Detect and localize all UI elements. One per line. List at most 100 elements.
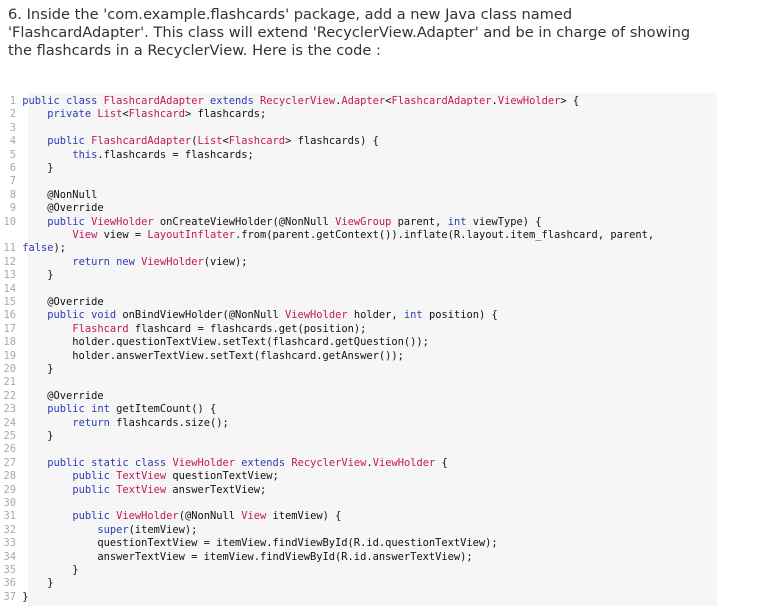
line-number: 27	[3, 456, 16, 469]
line-number: 13	[3, 269, 16, 282]
code-text: super(itemView);	[97, 523, 198, 536]
code-block: 1 public class FlashcardAdapter extends …	[0, 93, 717, 606]
code-line: 31 public ViewHolder(@NonNull View itemV…	[0, 510, 717, 523]
line-number: 24	[3, 416, 16, 429]
code-line: 21	[0, 376, 717, 389]
line-number: 9	[9, 202, 16, 215]
code-line: 9 @Override	[0, 202, 717, 215]
line-number: 5	[9, 148, 16, 161]
code-line: View view = LayoutInflater.from(parent.g…	[0, 229, 717, 242]
code-line: 5 this.flashcards = flashcards;	[0, 149, 717, 162]
code-text: Flashcard flashcard = flashcards.get(pos…	[72, 322, 367, 335]
code-line: 27 public static class ViewHolder extend…	[0, 457, 717, 470]
code-line: 12 return new ViewHolder(view);	[0, 256, 717, 269]
line-number: 33	[3, 537, 16, 550]
code-text: }	[16, 162, 54, 174]
code-line: 6 }	[0, 162, 717, 175]
line-number: 8	[9, 188, 16, 201]
line-number: 17	[3, 322, 16, 335]
code-line: 35 }	[0, 564, 717, 577]
code-line: 10 public ViewHolder onCreateViewHolder(…	[0, 216, 717, 229]
code-line: 1 public class FlashcardAdapter extends …	[0, 95, 717, 108]
line-number: 3	[9, 121, 16, 134]
code-line: 29 public TextView answerTextView;	[0, 484, 717, 497]
code-line: 18 holder.questionTextView.setText(flash…	[0, 336, 717, 349]
code-line: 8 @NonNull	[0, 189, 717, 202]
code-line: 23 public int getItemCount() {	[0, 403, 717, 416]
line-number: 23	[3, 403, 16, 416]
code-text: }	[16, 590, 29, 603]
line-number: 30	[3, 497, 16, 509]
code-line: 19 holder.answerTextView.setText(flashca…	[0, 350, 717, 363]
code-line: 25 }	[0, 430, 717, 443]
line-number: 6	[9, 162, 16, 174]
code-line: 14	[0, 283, 717, 296]
code-text: public FlashcardAdapter(List<Flashcard> …	[47, 135, 379, 148]
line-number: 28	[3, 470, 16, 483]
line-number: 11	[3, 242, 16, 255]
code-text: public class FlashcardAdapter extends Re…	[22, 95, 580, 107]
line-number: 29	[3, 483, 16, 496]
line-number: 21	[3, 376, 16, 389]
code-text: }	[16, 577, 54, 590]
code-text: public ViewHolder onCreateViewHolder(@No…	[47, 215, 542, 228]
code-line: 15 @Override	[0, 296, 717, 309]
code-line: 33 questionTextView = itemView.findViewB…	[0, 537, 717, 550]
code-line: 32 super(itemView);	[0, 524, 717, 537]
code-line: 36 }	[0, 577, 717, 590]
line-number: 16	[3, 309, 16, 322]
code-line: 30	[0, 497, 717, 510]
line-number: 37	[3, 590, 16, 603]
code-line: 24 return flashcards.size();	[0, 417, 717, 430]
code-text: false);	[22, 242, 67, 255]
code-text: @Override	[16, 296, 104, 308]
code-text: public void onBindViewHolder(@NonNull Vi…	[47, 309, 498, 322]
line-number: 36	[3, 577, 16, 590]
code-text: private List<Flashcard> flashcards;	[47, 108, 267, 121]
line-number: 12	[3, 255, 16, 268]
line-number: 34	[3, 550, 16, 563]
code-text: @NonNull	[16, 188, 98, 201]
line-number: 18	[3, 336, 16, 349]
line-number: 4	[9, 135, 16, 148]
line-number: 10	[3, 215, 16, 228]
code-line: 3	[0, 122, 717, 135]
code-text: public int getItemCount() {	[47, 403, 217, 416]
code-line: 2 private List<Flashcard> flashcards;	[0, 108, 717, 121]
line-number: 7	[9, 175, 16, 188]
code-line: 17 Flashcard flashcard = flashcards.get(…	[0, 323, 717, 336]
code-text: public TextView answerTextView;	[72, 483, 267, 496]
line-number: 26	[3, 443, 16, 456]
line-number: 1	[9, 95, 16, 107]
code-line: 16 public void onBindViewHolder(@NonNull…	[0, 309, 717, 322]
code-line: 7	[0, 175, 717, 188]
code-text: this.flashcards = flashcards;	[72, 148, 254, 161]
code-line: 26	[0, 443, 717, 456]
code-text: View view = LayoutInflater.from(parent.g…	[72, 229, 655, 241]
code-text: public static class ViewHolder extends R…	[47, 456, 448, 469]
line-number: 22	[3, 389, 16, 402]
line-number: 2	[9, 108, 16, 121]
code-text: questionTextView = itemView.findViewById…	[16, 537, 498, 550]
code-text: }	[16, 363, 54, 375]
code-text: @Override	[16, 202, 104, 215]
code-text: public TextView questionTextView;	[72, 470, 279, 483]
code-text: }	[16, 269, 54, 282]
code-text: @Override	[16, 389, 104, 402]
code-line: 34 answerTextView = itemView.findViewByI…	[0, 551, 717, 564]
code-line: 20 }	[0, 363, 717, 376]
code-text: return new ViewHolder(view);	[72, 255, 248, 268]
code-text: return flashcards.size();	[72, 416, 229, 429]
line-number: 32	[3, 523, 16, 536]
code-line: 13 }	[0, 269, 717, 282]
code-text: holder.questionTextView.setText(flashcar…	[16, 336, 429, 349]
code-line: 4 public FlashcardAdapter(List<Flashcard…	[0, 135, 717, 148]
code-line: 28 public TextView questionTextView;	[0, 470, 717, 483]
line-number: 19	[3, 349, 16, 362]
code-text: answerTextView = itemView.findViewById(R…	[16, 550, 473, 563]
line-number: 15	[3, 296, 16, 308]
code-line: 22 @Override	[0, 390, 717, 403]
instructions-text: 6. Inside the 'com.example.flashcards' p…	[8, 6, 695, 59]
line-number: 14	[3, 282, 16, 295]
line-number: 25	[3, 430, 16, 442]
